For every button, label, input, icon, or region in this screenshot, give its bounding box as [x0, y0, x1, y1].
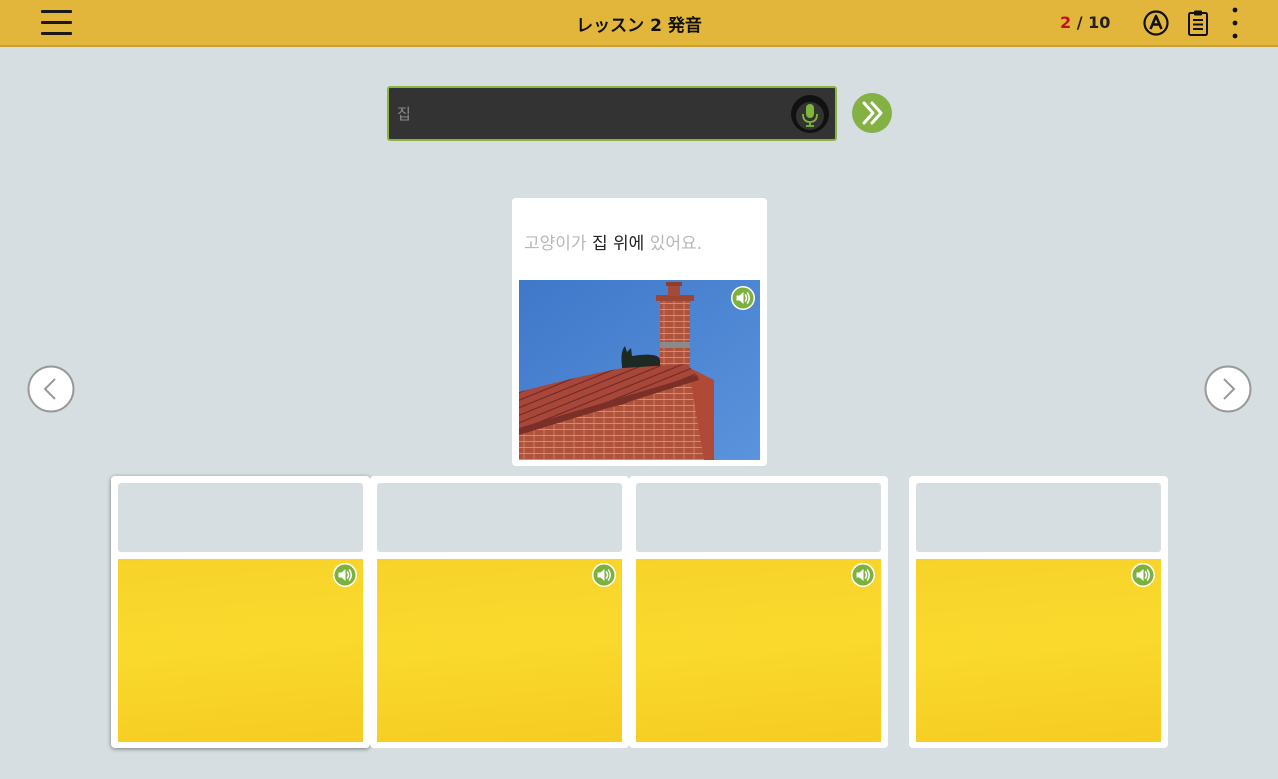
speaker-icon[interactable] — [730, 285, 756, 311]
progress-current: 2 — [1060, 13, 1072, 32]
speaker-icon[interactable] — [591, 562, 617, 588]
answer-box — [387, 86, 837, 141]
more-vertical-icon[interactable] — [1228, 6, 1242, 42]
double-chevron-right-icon[interactable] — [852, 93, 892, 133]
prompt-photo — [519, 280, 760, 460]
choice-image — [636, 559, 881, 742]
choice-card[interactable] — [370, 476, 629, 748]
next-arrow-button[interactable] — [1204, 365, 1252, 413]
previous-arrow-button[interactable] — [27, 365, 75, 413]
choice-card[interactable] — [111, 476, 370, 748]
clipboard-icon[interactable] — [1187, 9, 1209, 37]
sentence-target-word: 집 위 — [591, 234, 629, 254]
progress-total: 10 — [1088, 13, 1111, 32]
speaker-icon[interactable] — [332, 562, 358, 588]
choice-image — [377, 559, 622, 742]
choice-label-slot — [636, 483, 881, 552]
progress-separator: / — [1071, 13, 1089, 32]
speaker-icon[interactable] — [1130, 562, 1156, 588]
sentence-part: 고양이가 — [524, 234, 592, 254]
choice-card[interactable] — [909, 476, 1168, 748]
choice-image — [118, 559, 363, 742]
choice-image — [916, 559, 1161, 742]
choice-card[interactable] — [629, 476, 888, 748]
top-bar: レッスン 2 発音 2 / 10 — [0, 0, 1278, 47]
cat-on-roof-image — [519, 280, 760, 460]
answer-key-icon[interactable] — [1143, 10, 1169, 36]
microphone-icon[interactable] — [790, 94, 830, 134]
sentence-part: 에 — [628, 234, 645, 254]
prompt-sentence: 고양이가 집 위에 있어요. — [524, 229, 702, 254]
sentence-part: 있어요. — [644, 234, 703, 254]
progress-counter: 2 / 10 — [1060, 13, 1110, 32]
choice-label-slot — [916, 483, 1161, 552]
choice-label-slot — [118, 483, 363, 552]
speaker-icon[interactable] — [850, 562, 876, 588]
answer-input[interactable] — [395, 94, 789, 134]
prompt-card: 고양이가 집 위에 있어요. — [512, 198, 767, 466]
choice-label-slot — [377, 483, 622, 552]
